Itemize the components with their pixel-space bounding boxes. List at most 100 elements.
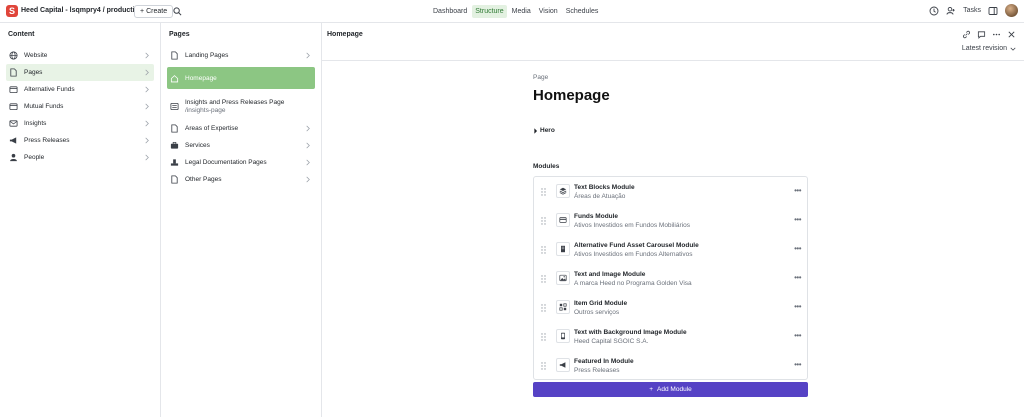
drag-handle-icon[interactable] xyxy=(541,333,546,341)
module-menu-button[interactable]: ••• xyxy=(794,244,801,253)
content-item-website[interactable]: Website xyxy=(6,47,154,64)
drag-handle-icon[interactable] xyxy=(541,304,546,312)
module-menu-button[interactable]: ••• xyxy=(794,331,801,340)
nav-media[interactable]: Media xyxy=(509,5,534,18)
document-toolbar xyxy=(962,30,1016,39)
document-icon xyxy=(171,124,178,133)
content-item-press-releases[interactable]: Press Releases xyxy=(6,132,154,149)
content-item-pages[interactable]: Pages xyxy=(6,64,154,81)
megaphone-icon xyxy=(559,362,566,368)
tasks-button[interactable]: Tasks xyxy=(963,7,981,14)
module-name: Text with Background Image Module xyxy=(574,329,687,336)
pages-item-label: Services xyxy=(185,142,210,149)
avatar[interactable] xyxy=(1005,4,1018,17)
nav-schedules[interactable]: Schedules xyxy=(563,5,602,18)
content-item-label: Press Releases xyxy=(24,137,70,144)
pages-item-slug: /insights-page xyxy=(185,106,226,114)
header-divider xyxy=(322,60,1024,61)
nav-dashboard[interactable]: Dashboard xyxy=(430,5,470,18)
chevron-right-icon xyxy=(145,120,149,127)
link-icon[interactable] xyxy=(962,30,971,39)
chevron-right-icon xyxy=(145,52,149,59)
pages-item-homepage[interactable]: Homepage xyxy=(167,67,315,89)
image-icon xyxy=(559,274,567,282)
document-type-label: Page xyxy=(533,74,549,81)
document-pane: Homepage Latest revision Page Homepage H… xyxy=(322,23,1024,417)
module-menu-button[interactable]: ••• xyxy=(794,186,801,195)
module-row[interactable]: Item Grid Module Outros serviços ••• xyxy=(534,293,807,322)
pages-item-services[interactable]: Services xyxy=(167,137,315,154)
pages-item-areas-of-expertise[interactable]: Areas of Expertise xyxy=(167,120,315,137)
right-tools: Tasks xyxy=(929,4,1018,17)
chevron-right-icon xyxy=(145,154,149,161)
workspace-title[interactable]: Heed Capital - lsqmpry4 / production xyxy=(21,7,143,14)
module-icon-box xyxy=(556,271,570,285)
revision-select[interactable]: Latest revision xyxy=(962,45,1016,52)
content-item-insights[interactable]: Insights xyxy=(6,115,154,132)
module-row[interactable]: Alternative Fund Asset Carousel Module A… xyxy=(534,235,807,264)
modules-list: Text Blocks Module Áreas de Atuação ••• … xyxy=(533,176,808,380)
drag-handle-icon[interactable] xyxy=(541,362,546,370)
help-icon[interactable] xyxy=(929,6,939,16)
more-icon[interactable] xyxy=(992,30,1001,39)
plus-icon: + xyxy=(649,386,654,393)
pages-item-legal-documentation[interactable]: Legal Documentation Pages xyxy=(167,154,315,171)
content-item-people[interactable]: People xyxy=(6,149,154,166)
module-subtitle: Press Releases xyxy=(574,367,620,374)
pages-pane: Pages Landing Pages Homepage Insights an… xyxy=(161,23,322,417)
drag-handle-icon[interactable] xyxy=(541,217,546,225)
pages-item-landing-pages[interactable]: Landing Pages xyxy=(167,47,315,64)
module-row[interactable]: Featured In Module Press Releases ••• xyxy=(534,351,807,380)
pages-item-insights-press[interactable]: Insights and Press Releases Page /insigh… xyxy=(167,92,315,120)
content-item-alternative-funds[interactable]: Alternative Funds xyxy=(6,81,154,98)
module-icon-box xyxy=(556,213,570,227)
module-menu-button[interactable]: ••• xyxy=(794,360,801,369)
building-icon xyxy=(561,245,565,253)
module-menu-button[interactable]: ••• xyxy=(794,302,801,311)
nav-vision[interactable]: Vision xyxy=(536,5,561,18)
module-name: Alternative Fund Asset Carousel Module xyxy=(574,242,699,249)
close-icon[interactable] xyxy=(1007,30,1016,39)
main-nav: Dashboard Structure Media Vision Schedul… xyxy=(430,5,601,18)
brand-logo[interactable]: S xyxy=(6,5,18,17)
module-subtitle: Outros serviços xyxy=(574,309,620,316)
module-row[interactable]: Text Blocks Module Áreas de Atuação ••• xyxy=(534,177,807,206)
module-subtitle: Áreas de Atuação xyxy=(574,193,626,200)
content-item-mutual-funds[interactable]: Mutual Funds xyxy=(6,98,154,115)
panel-icon[interactable] xyxy=(988,6,998,16)
module-menu-button[interactable]: ••• xyxy=(794,273,801,282)
chevron-right-icon xyxy=(306,176,310,183)
drag-handle-icon[interactable] xyxy=(541,188,546,196)
pages-item-label: Insights and Press Releases Page xyxy=(185,98,285,106)
wallet-icon xyxy=(9,103,18,111)
search-icon[interactable] xyxy=(173,7,182,16)
hero-section-toggle[interactable]: Hero xyxy=(533,127,555,134)
pages-item-label: Homepage xyxy=(185,74,217,82)
pages-item-label: Areas of Expertise xyxy=(185,125,239,132)
drag-handle-icon[interactable] xyxy=(541,275,546,283)
module-menu-button[interactable]: ••• xyxy=(794,215,801,224)
add-module-button[interactable]: + Add Module xyxy=(533,382,808,397)
create-button[interactable]: + Create xyxy=(134,5,174,18)
content-item-label: Insights xyxy=(24,120,47,127)
module-row[interactable]: Text and Image Module A marca Heed no Pr… xyxy=(534,264,807,293)
users-icon[interactable] xyxy=(946,6,956,16)
chevron-down-icon xyxy=(1010,47,1016,51)
layers-icon xyxy=(559,187,567,195)
user-icon xyxy=(10,153,17,162)
chevron-right-icon xyxy=(306,125,310,132)
content-pane-title: Content xyxy=(8,31,35,38)
chevron-right-icon xyxy=(306,52,310,59)
module-row[interactable]: Text with Background Image Module Heed C… xyxy=(534,322,807,351)
module-row[interactable]: Funds Module Ativos Investidos em Fundos… xyxy=(534,206,807,235)
pages-item-other-pages[interactable]: Other Pages xyxy=(167,171,315,188)
hero-label: Hero xyxy=(540,127,555,134)
nav-structure[interactable]: Structure xyxy=(472,5,507,18)
document-title[interactable]: Homepage xyxy=(533,87,610,104)
content-item-label: People xyxy=(24,154,45,161)
comment-icon[interactable] xyxy=(977,30,986,39)
content-item-label: Mutual Funds xyxy=(24,103,64,110)
module-name: Text and Image Module xyxy=(574,271,646,278)
drag-handle-icon[interactable] xyxy=(541,246,546,254)
content-item-label: Website xyxy=(24,52,48,59)
